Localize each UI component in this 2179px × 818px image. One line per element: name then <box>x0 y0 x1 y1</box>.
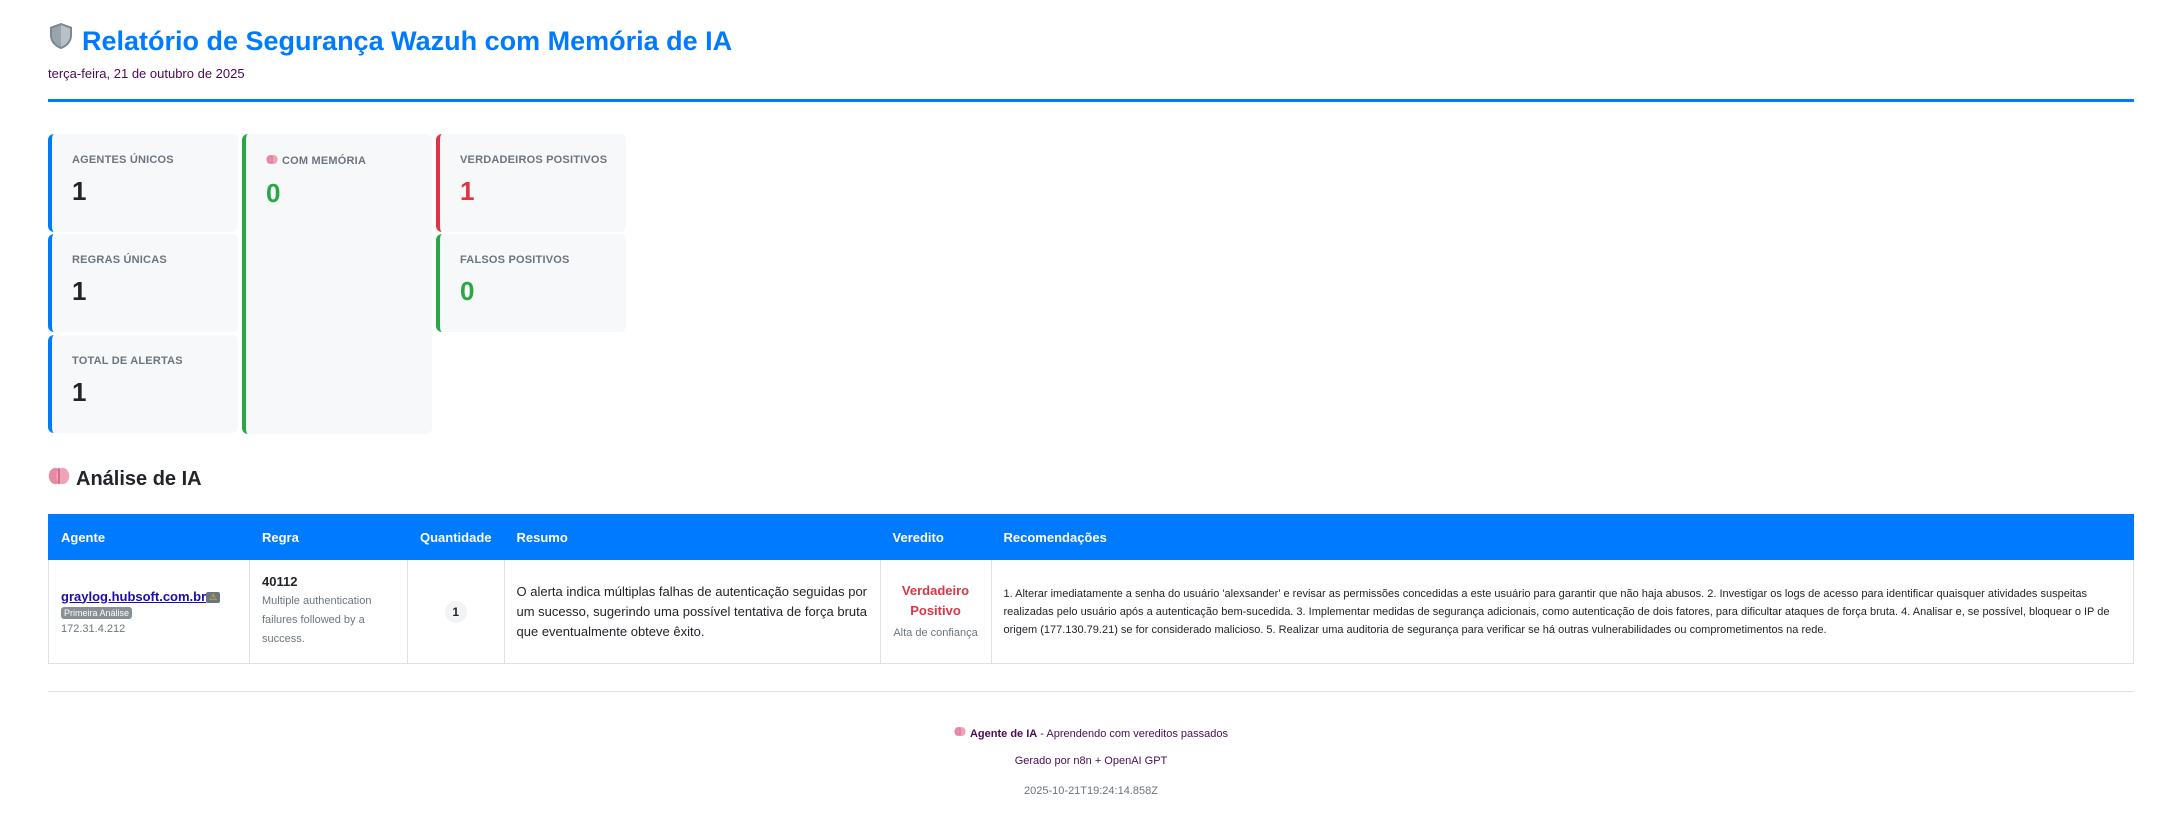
rule-description: Multiple authentication failures followe… <box>262 595 372 645</box>
table-row: graylog.hubsoft.com.br ⚠ Primeira Análise… <box>48 559 2135 664</box>
stat-card-unique-rules: Regras Únicas 1 <box>48 234 238 332</box>
stat-card-total-alerts: Total de Alertas 1 <box>48 335 238 433</box>
footer-agent-text: - Aprendendo com vereditos passados <box>1037 728 1228 740</box>
report-header: Relatório de Segurança Wazuh com Memória… <box>48 22 2134 81</box>
agent-ip: 172.31.4.212 <box>61 622 126 635</box>
column-header-verdict: Veredito <box>879 514 992 560</box>
recommendations-cell: 1. Alterar imediatamente a senha do usuá… <box>990 559 2135 664</box>
stat-label: Agentes Únicos <box>72 154 174 166</box>
column-header-recommendations: Recomendações <box>990 514 2135 560</box>
stat-label: Com Memória <box>282 155 367 167</box>
quantity-badge: 1 <box>444 600 467 623</box>
stat-value: 1 <box>460 176 475 206</box>
stat-card-unique-agents: Agentes Únicos 1 <box>48 134 238 232</box>
first-analysis-badge: Primeira Análise <box>61 606 133 619</box>
footer-timestamp: 2025-10-21T19:24:14.858Z <box>1024 785 1158 797</box>
footer-divider <box>48 691 2134 692</box>
agent-cell: graylog.hubsoft.com.br ⚠ Primeira Análise… <box>48 559 250 664</box>
column-header-quantity: Quantidade <box>407 514 505 560</box>
verdict-text: Verdadeiro Positivo <box>901 582 970 618</box>
column-header-summary: Resumo <box>503 514 881 560</box>
section-title-text: Análise de IA <box>76 467 202 490</box>
quantity-cell: 1 <box>407 559 505 664</box>
stat-card-with-memory: Com Memória 0 <box>242 134 432 434</box>
column-header-rule: Regra <box>249 514 408 560</box>
stat-value: 0 <box>460 276 475 306</box>
column-header-agent: Agente <box>48 514 250 560</box>
stat-label: Total de Alertas <box>72 355 183 367</box>
shield-icon <box>48 22 74 60</box>
stat-label: Regras Únicas <box>72 254 167 266</box>
brain-icon <box>48 466 70 492</box>
stat-label: Verdadeiros Positivos <box>460 154 608 166</box>
report-date: terça-feira, 21 de outubro de 2025 <box>48 66 245 81</box>
page-title-text: Relatório de Segurança Wazuh com Memória… <box>82 26 733 56</box>
ai-analysis-table: Agente Regra Quantidade Resumo Veredito … <box>48 514 2135 664</box>
stat-card-true-positives: Verdadeiros Positivos 1 <box>436 134 626 232</box>
brain-icon <box>266 154 278 168</box>
agent-link[interactable]: graylog.hubsoft.com.br <box>61 589 206 604</box>
verdict-cell: Verdadeiro Positivo Alta de confiança <box>879 559 992 664</box>
report-page: Relatório de Segurança Wazuh com Memória… <box>0 0 2179 818</box>
page-title: Relatório de Segurança Wazuh com Memória… <box>48 22 2134 60</box>
table-header-row: Agente Regra Quantidade Resumo Veredito … <box>48 514 2135 560</box>
footer-generated-by: Gerado por n8n + OpenAI GPT <box>1014 755 1168 767</box>
header-divider <box>48 99 2134 102</box>
footer-agent-label: Agente de IA <box>969 728 1038 740</box>
summary-cell: O alerta indica múltiplas falhas de aute… <box>503 559 881 664</box>
brain-icon <box>954 726 966 740</box>
rule-id: 40112 <box>262 574 298 589</box>
rule-cell: 40112 Multiple authentication failures f… <box>249 559 408 664</box>
stat-value: 1 <box>72 377 87 407</box>
stat-label: Falsos Positivos <box>460 254 570 266</box>
section-title-ai-analysis: Análise de IA <box>48 466 202 492</box>
stat-value: 0 <box>266 178 281 208</box>
stat-value: 1 <box>72 276 87 306</box>
footer-agent-line: Agente de IA - Aprendendo com vereditos … <box>48 726 2134 740</box>
stat-card-false-positives: Falsos Positivos 0 <box>436 234 626 332</box>
stat-value: 1 <box>72 176 87 206</box>
confidence-text: Alta de confiança <box>893 626 978 639</box>
warning-icon: ⚠ <box>206 591 221 603</box>
